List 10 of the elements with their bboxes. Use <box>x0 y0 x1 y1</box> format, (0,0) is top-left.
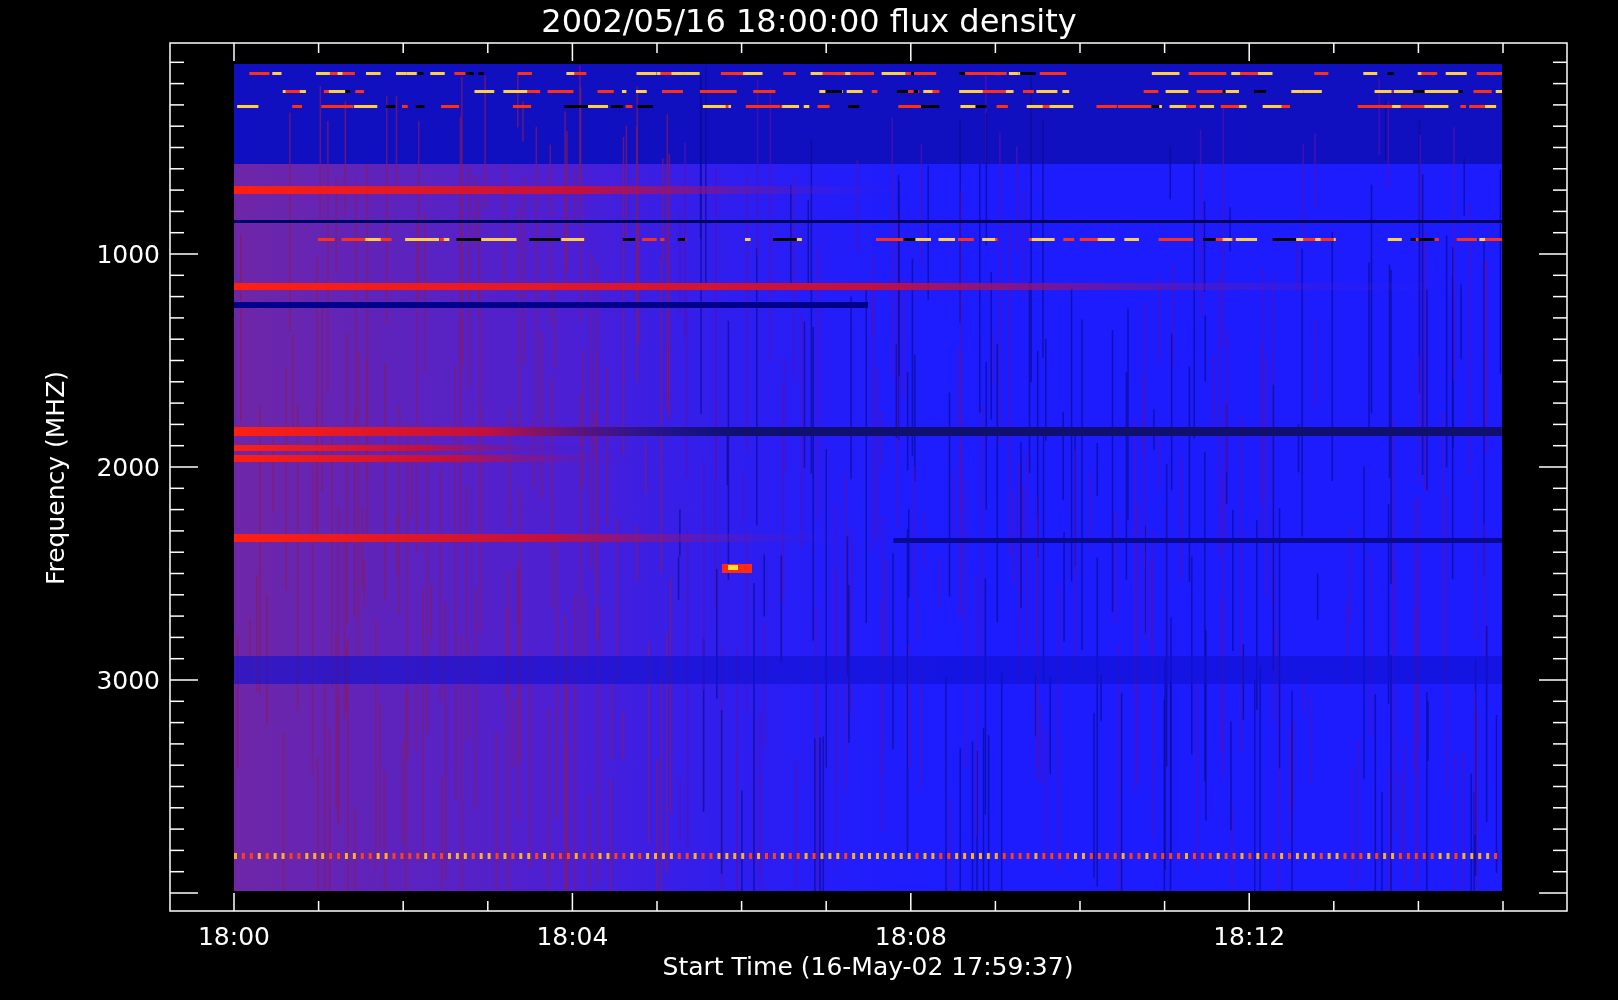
x-tick-label: 18:12 <box>1213 922 1286 951</box>
y-tick-label: 3000 <box>96 666 160 695</box>
x-tick-label: 18:08 <box>874 922 947 951</box>
x-tick-label: 18:04 <box>536 922 609 951</box>
y-axis-label: Frequency (MHZ) <box>41 370 70 586</box>
chart-title: 2002/05/16 18:00:00 flux density <box>541 2 1077 40</box>
y-tick-label: 2000 <box>96 453 160 482</box>
y-tick-label: 1000 <box>96 240 160 269</box>
x-axis-label: Start Time (16-May-02 17:59:37) <box>662 952 1074 981</box>
x-tick-label: 18:00 <box>198 922 270 951</box>
